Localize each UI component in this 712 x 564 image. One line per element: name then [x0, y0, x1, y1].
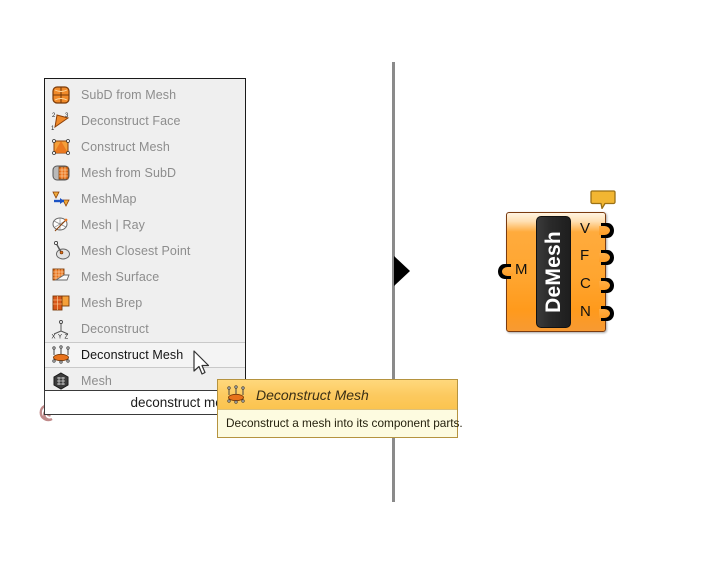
svg-text:1: 1 — [51, 126, 55, 131]
component-nickname-capsule[interactable]: DeMesh — [536, 216, 571, 328]
menu-item-label: Mesh Closest Point — [81, 244, 191, 258]
deconstruct-face-icon: 2 3 1 — [51, 111, 71, 131]
output-port-N[interactable] — [599, 306, 614, 321]
grasshopper-component-demesh[interactable]: M DeMesh V F C N — [498, 190, 616, 332]
tooltip: Deconstruct Mesh Deconstruct a mesh into… — [217, 379, 463, 438]
output-port-C[interactable] — [599, 278, 614, 293]
menu-item-label: Deconstruct Face — [81, 114, 181, 128]
menu-item-label: Deconstruct — [81, 322, 149, 336]
menu-item-label: Mesh from SubD — [81, 166, 177, 180]
menu-item-label: SubD from Mesh — [81, 88, 177, 102]
menu-item-mesh-ray[interactable]: Mesh | Ray — [45, 212, 245, 238]
mesh-from-subd-icon — [51, 163, 71, 183]
mouse-cursor-icon — [193, 350, 213, 380]
subd-from-mesh-icon — [51, 85, 71, 105]
deconstruct-mesh-icon — [226, 384, 246, 405]
output-label-N: N — [580, 303, 591, 320]
construct-mesh-icon — [51, 137, 71, 157]
menu-item-deconstruct[interactable]: X Y Z Deconstruct — [45, 316, 245, 342]
meshmap-icon — [51, 189, 71, 209]
menu-item-mesh-closest-point[interactable]: Mesh Closest Point — [45, 238, 245, 264]
tooltip-description: Deconstruct a mesh into its component pa… — [218, 410, 463, 437]
menu-item-label: Deconstruct Mesh — [81, 348, 184, 362]
menu-item-deconstruct-mesh[interactable]: Deconstruct Mesh — [45, 342, 245, 368]
play-triangle-marker-icon — [394, 256, 410, 286]
menu-item-label: Mesh Brep — [81, 296, 143, 310]
output-port-V[interactable] — [599, 223, 614, 238]
menu-item-label: Construct Mesh — [81, 140, 170, 154]
input-label-M: M — [515, 261, 528, 278]
search-input[interactable]: deconstruct mesh — [44, 390, 246, 415]
svg-text:Y: Y — [58, 335, 62, 340]
menu-item-label: MeshMap — [81, 192, 137, 206]
component-nickname: DeMesh — [541, 231, 565, 313]
menu-item-label: Mesh Surface — [81, 270, 160, 284]
output-label-F: F — [580, 247, 590, 264]
svg-text:2: 2 — [52, 113, 56, 119]
menu-item-mesh-from-subd[interactable]: Mesh from SubD — [45, 160, 245, 186]
mesh-ray-icon — [51, 215, 71, 235]
menu-item-meshmap[interactable]: MeshMap — [45, 186, 245, 212]
menu-item-deconstruct-face[interactable]: 2 3 1 Deconstruct Face — [45, 108, 245, 134]
mesh-icon — [51, 371, 71, 391]
tooltip-header: Deconstruct Mesh — [218, 380, 457, 410]
output-label-C: C — [580, 275, 591, 292]
menu-item-mesh-surface[interactable]: Mesh Surface — [45, 264, 245, 290]
menu-item-construct-mesh[interactable]: Construct Mesh — [45, 134, 245, 160]
menu-item-mesh-brep[interactable]: Mesh Brep — [45, 290, 245, 316]
menu-item-label: Mesh | Ray — [81, 218, 145, 232]
menu-item-subd-from-mesh[interactable]: SubD from Mesh — [45, 82, 245, 108]
deconstruct-xyz-icon: X Y Z — [51, 319, 71, 339]
tooltip-title: Deconstruct Mesh — [256, 386, 369, 403]
component-search-menu[interactable]: SubD from Mesh 2 3 1 Deconstruct Face Co… — [44, 78, 246, 397]
mesh-closest-point-icon — [51, 241, 71, 261]
output-port-F[interactable] — [599, 250, 614, 265]
svg-text:X: X — [52, 335, 56, 340]
mesh-surface-icon — [51, 267, 71, 287]
menu-item-label: Mesh — [81, 374, 112, 388]
output-label-V: V — [580, 220, 591, 237]
svg-text:Z: Z — [65, 335, 69, 340]
deconstruct-mesh-icon — [51, 345, 71, 365]
input-port-M[interactable] — [498, 264, 513, 279]
balloon-warning-icon[interactable] — [590, 190, 616, 210]
mesh-brep-icon — [51, 293, 71, 313]
